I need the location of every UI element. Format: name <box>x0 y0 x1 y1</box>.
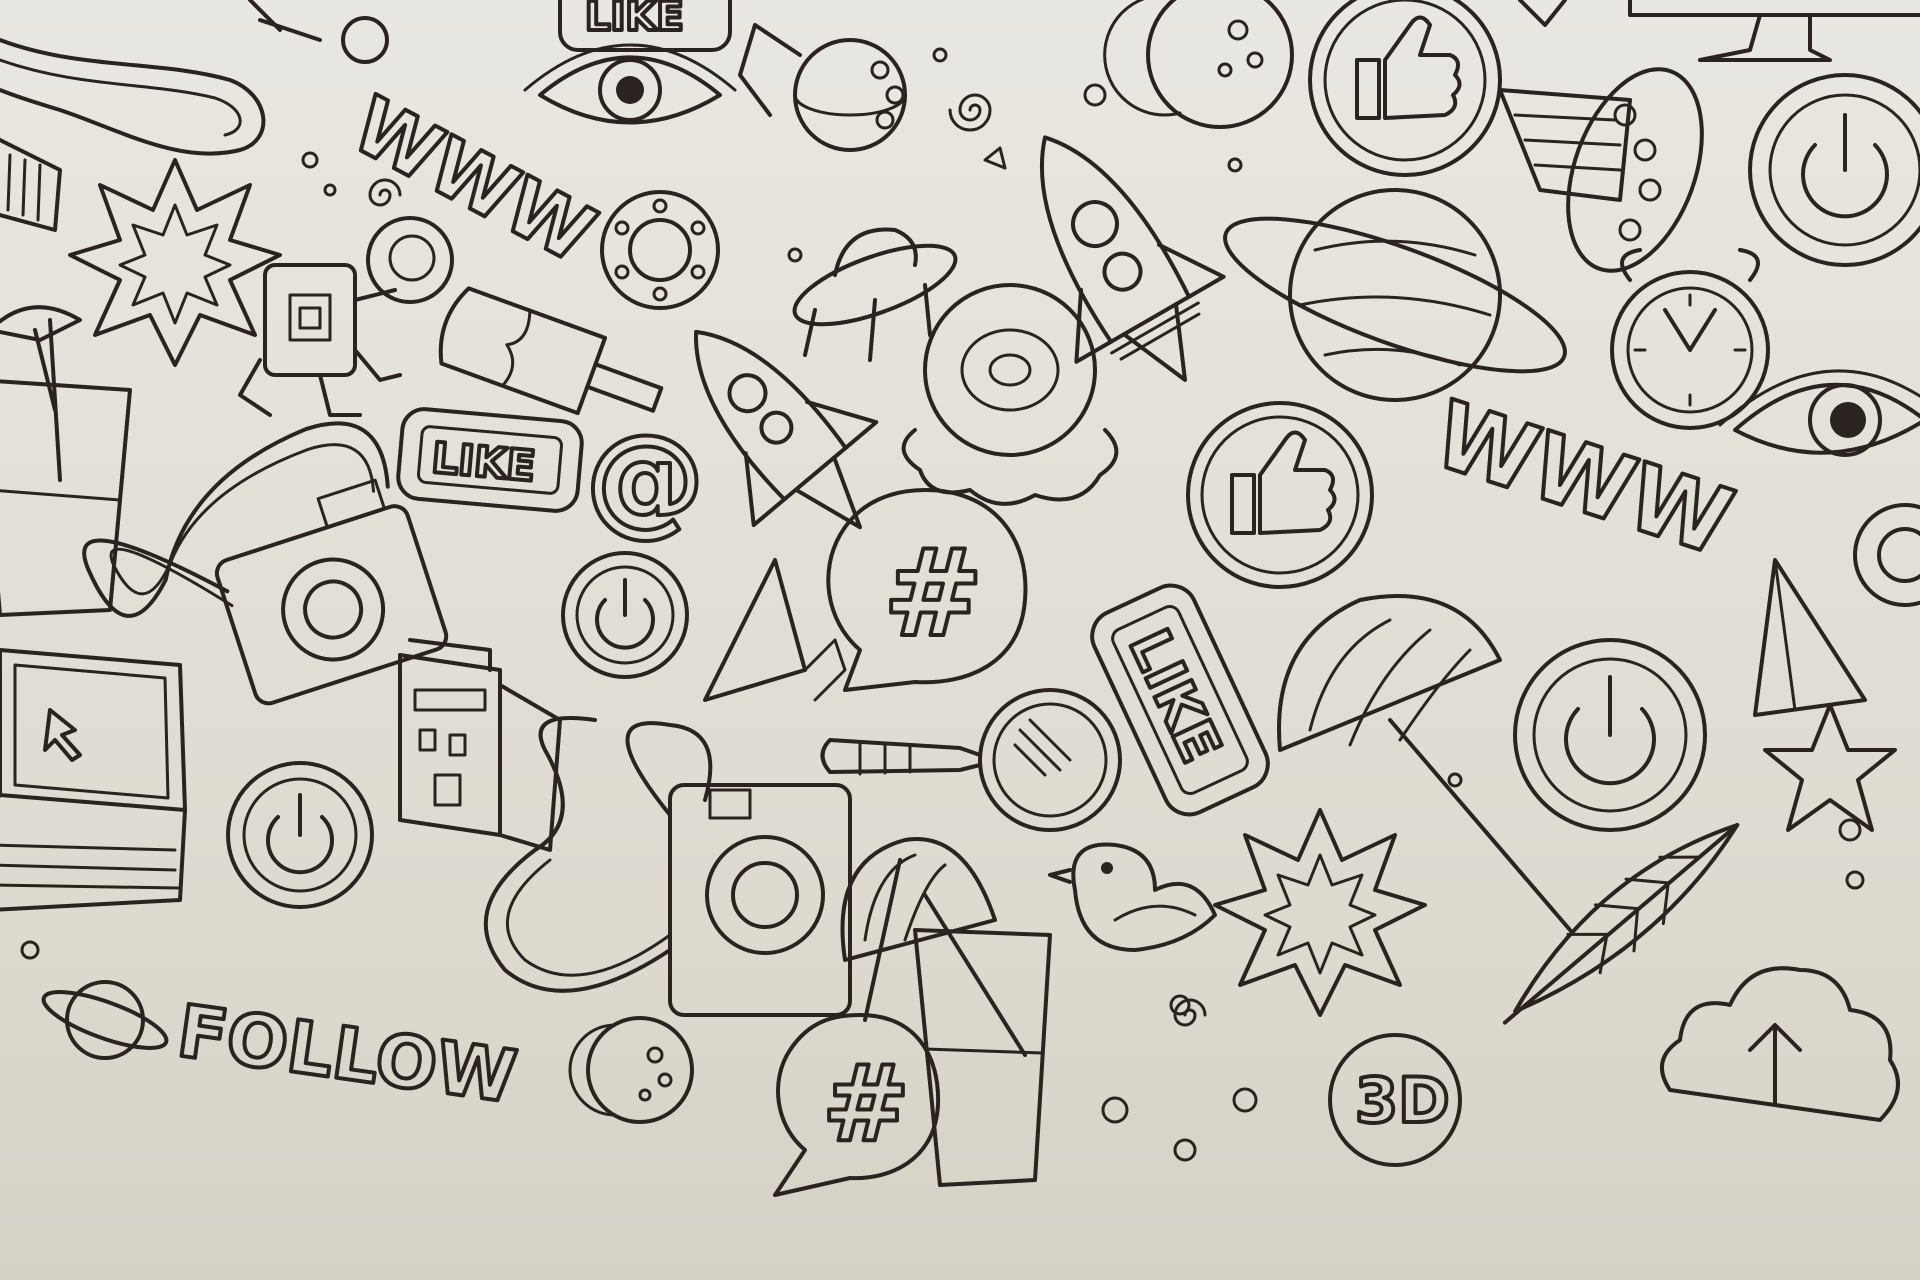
arrow-top-right <box>1518 0 1567 27</box>
saturn-planet-icon <box>1223 188 1567 402</box>
at-text: @ <box>585 410 705 549</box>
follow-sign: FOLLOW <box>171 987 524 1122</box>
cloud-upload-icon <box>1660 966 1900 1122</box>
building-icon <box>398 638 562 852</box>
star-icon <box>1763 703 1897 832</box>
curvy-strap-doodle <box>0 38 266 156</box>
rocket-icon <box>1039 135 1226 382</box>
feather-icon <box>1502 823 1740 1025</box>
umbrella-icon <box>0 305 82 412</box>
3d-text: 3D <box>1355 1064 1450 1137</box>
like-text-middle: LIKE <box>430 433 538 491</box>
magnifier-icon <box>820 688 1122 832</box>
burst-icon <box>68 158 282 367</box>
monitor-icon <box>1628 0 1920 62</box>
camera-icon-2 <box>483 716 852 1017</box>
drink-glass-icon-2 <box>913 893 1052 1187</box>
ring-icon-2 <box>1853 503 1920 607</box>
arrow-key-doodle <box>248 0 389 64</box>
moon-icon <box>1103 0 1294 129</box>
www-text-right: WWW <box>1422 381 1745 577</box>
satellite-icon <box>738 23 907 152</box>
hash-text-bottom: # <box>822 1043 910 1165</box>
paper-plane-icon <box>1753 558 1867 717</box>
eye-icon-2 <box>1718 369 1920 457</box>
power-button-icon-3 <box>226 761 374 909</box>
ring-icon <box>600 190 720 310</box>
spiral-icon <box>948 93 992 132</box>
www-sign-right: WWW <box>1420 379 1747 579</box>
bun-icon <box>901 283 1119 506</box>
like-badge-rotated: LIKE <box>1090 583 1270 817</box>
3d-badge-icon: 3D <box>1328 1033 1462 1167</box>
umbrella-icon-2 <box>1277 594 1572 932</box>
power-button-icon <box>1748 73 1920 267</box>
thumbs-up-icon <box>1308 0 1502 177</box>
alarm-clock-icon <box>1610 248 1770 430</box>
power-button-icon-2 <box>561 551 689 679</box>
hash-text-middle: # <box>883 525 984 664</box>
moon-icon-2 <box>568 1016 694 1124</box>
speaker-icon <box>703 558 847 702</box>
at-symbol: @ <box>583 408 707 551</box>
bird-icon <box>1048 842 1217 952</box>
drink-glass-icon <box>0 318 132 617</box>
cupcake-icon <box>1498 88 1632 202</box>
like-badge-middle: LIKE <box>396 407 584 513</box>
follow-text: FOLLOW <box>173 989 522 1120</box>
like-text-top: LIKE <box>585 0 684 40</box>
burst-icon-2 <box>1213 808 1427 1017</box>
robot-astronaut-icon <box>238 216 454 417</box>
doodle-wall-scene: WWW LIKE LIKE @ # WWW LIKE # FOLLOW 3D <box>0 0 1920 1197</box>
like-badge-top: LIKE <box>558 0 732 52</box>
palette-icon <box>1566 67 1704 273</box>
thumbs-up-icon-2 <box>1186 401 1374 589</box>
basket-icon <box>0 138 62 232</box>
ufo-icon <box>787 227 958 362</box>
follow-planet-icon <box>41 980 169 1060</box>
laptop-icon <box>0 648 187 912</box>
hashtag-bubble-icon-2: # <box>773 1013 941 1197</box>
eye-icon <box>523 43 737 125</box>
power-button-icon-4 <box>1513 638 1707 832</box>
